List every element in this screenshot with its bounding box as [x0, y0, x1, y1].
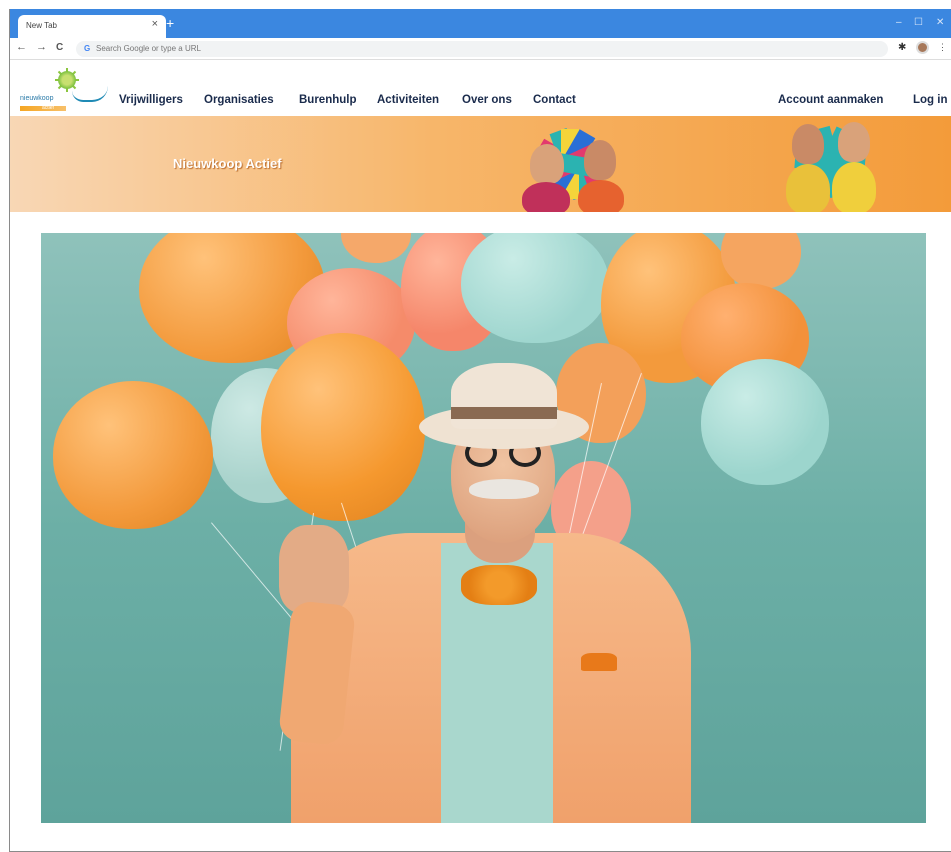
raised-hand — [279, 525, 349, 613]
window-close-icon[interactable]: ✕ — [936, 17, 944, 28]
balloon — [341, 233, 411, 263]
tab-strip: New Tab × + – ☐ ✕ — [10, 9, 951, 38]
person-face — [584, 140, 616, 180]
nav-contact[interactable]: Contact — [533, 94, 576, 106]
menu-icon[interactable]: ⋮ — [938, 42, 947, 53]
nav-vrijwilligers[interactable]: Vrijwilligers — [119, 94, 183, 106]
person-body — [522, 182, 570, 212]
nav-activiteiten[interactable]: Activiteiten — [377, 94, 439, 106]
balloon — [701, 359, 829, 485]
person-body — [578, 180, 624, 212]
google-icon: G — [84, 44, 91, 53]
forward-icon[interactable]: → — [36, 41, 47, 53]
hero-photo — [41, 233, 926, 823]
person-face — [792, 124, 824, 164]
minimize-icon[interactable]: – — [896, 17, 902, 28]
balloon — [461, 233, 609, 343]
logo-wave — [72, 86, 108, 102]
balloon — [53, 381, 213, 529]
bow-tie — [461, 565, 537, 605]
nav-burenhulp[interactable]: Burenhulp — [299, 94, 357, 106]
nav-organisaties[interactable]: Organisaties — [204, 94, 274, 106]
address-bar[interactable]: G Search Google or type a URL — [76, 41, 888, 57]
pocket-square — [581, 653, 617, 671]
browser-toolbar: ← → C G Search Google or type a URL ✱ ⋮ — [10, 38, 951, 60]
balloon — [261, 333, 425, 521]
person-body — [832, 162, 876, 212]
banner-people-image — [480, 116, 660, 212]
back-icon[interactable]: ← — [16, 41, 27, 53]
extensions-icon[interactable]: ✱ — [898, 42, 906, 53]
person-face — [530, 144, 564, 184]
logo-tag: actief — [42, 105, 54, 111]
address-placeholder: Search Google or type a URL — [96, 44, 201, 53]
mustache — [469, 479, 539, 499]
browser-tab[interactable]: New Tab × — [18, 15, 166, 38]
close-icon[interactable]: × — [152, 18, 158, 30]
tab-title: New Tab — [26, 21, 57, 30]
hero-banner: Nieuwkoop Actief — [10, 116, 951, 212]
banner-people-image-2 — [750, 116, 910, 212]
hat-band — [451, 407, 557, 419]
person-body — [786, 164, 830, 212]
site-logo[interactable]: nieuwkoop actief — [18, 66, 108, 114]
login-link[interactable]: Log in — [913, 94, 948, 106]
profile-icon[interactable] — [916, 41, 929, 54]
person-face — [838, 122, 870, 162]
browser-window: New Tab × + – ☐ ✕ ← → C G Search Google … — [9, 9, 951, 852]
reload-icon[interactable]: C — [56, 42, 63, 53]
hat-crown — [451, 363, 557, 429]
banner-title: Nieuwkoop Actief — [173, 156, 282, 171]
site-header: nieuwkoop actief Vrijwilligers Organisat… — [10, 60, 951, 116]
nav-over-ons[interactable]: Over ons — [462, 94, 512, 106]
maximize-icon[interactable]: ☐ — [914, 17, 923, 28]
account-create-link[interactable]: Account aanmaken — [778, 94, 883, 106]
plus-icon[interactable]: + — [166, 16, 174, 30]
logo-text: nieuwkoop — [20, 95, 54, 102]
